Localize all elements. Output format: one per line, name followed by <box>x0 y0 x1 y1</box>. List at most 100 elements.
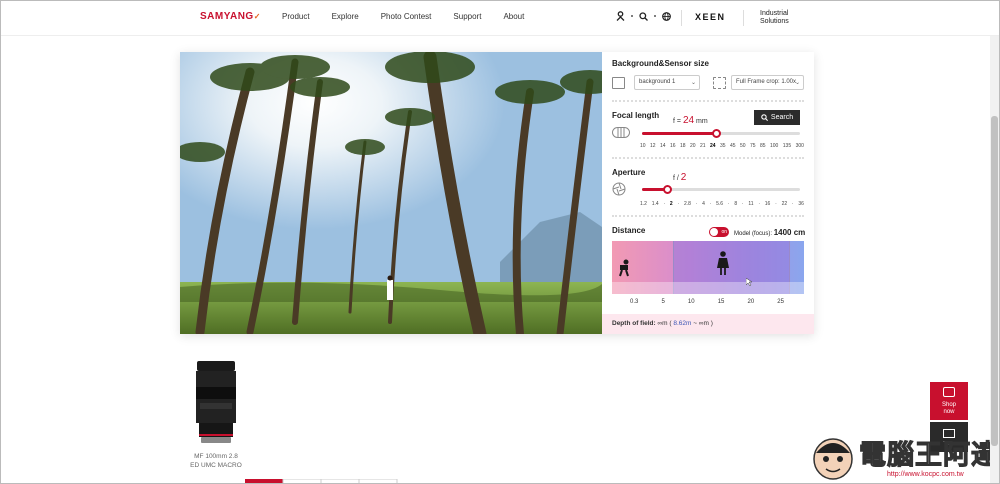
distance-tick: 5 <box>661 299 665 305</box>
background-sensor-title: Background&Sensor size <box>612 59 709 68</box>
focal-value-display: f = 24 mm <box>673 115 708 126</box>
logo-mark: ✓ <box>253 12 261 21</box>
aperture-tick: · <box>775 201 777 207</box>
user-icon[interactable] <box>616 11 625 21</box>
aperture-value-display: f / 2 <box>673 172 686 183</box>
aperture-tick: · <box>741 201 744 207</box>
distance-scene[interactable] <box>612 241 804 294</box>
aperture-tick: 36 <box>798 201 804 207</box>
background-select[interactable]: background 1 ⌄ <box>634 75 700 90</box>
aperture-tick: 22 <box>781 201 788 207</box>
focal-tick: 45 <box>730 143 736 149</box>
watermark-text: 電腦王阿達 <box>859 440 999 472</box>
chevron-down-icon: ⌄ <box>690 80 696 86</box>
distance-tick: 20 <box>747 299 755 305</box>
background-select-value: background 1 <box>639 79 676 85</box>
lens-product-image[interactable] <box>191 359 241 445</box>
focal-value: 24 <box>682 115 695 126</box>
nav-photo-contest[interactable]: Photo Contest <box>381 12 432 21</box>
focal-slider-handle[interactable] <box>712 129 722 138</box>
aperture-tick: 8 <box>734 201 738 207</box>
focal-tick: 135 <box>782 143 792 149</box>
industrial-solutions-link[interactable]: Industrial Solutions <box>760 10 789 26</box>
scrollbar-thumb[interactable] <box>991 116 998 446</box>
shop-now-button[interactable]: Shop now <box>930 382 968 420</box>
aperture-slider-handle[interactable] <box>663 185 673 194</box>
header-divider <box>743 10 744 26</box>
search-button[interactable]: Search <box>754 110 800 125</box>
bottom-tabs <box>245 479 398 483</box>
search-icon <box>761 114 768 121</box>
aperture-slider[interactable] <box>642 185 800 194</box>
focal-tick: 75 <box>750 143 756 149</box>
aperture-tick: · <box>663 201 666 207</box>
aperture-tick: 1.2 <box>640 201 647 207</box>
focal-tick: 24 <box>710 143 716 149</box>
cart-icon <box>943 387 955 397</box>
aperture-tick: 2 <box>669 201 673 207</box>
aperture-tick: · <box>727 201 730 207</box>
toggle-knob <box>710 228 718 236</box>
page-scrollbar[interactable] <box>990 36 999 483</box>
nav-support[interactable]: Support <box>453 12 481 21</box>
toggle-label: on <box>721 229 727 235</box>
divider <box>612 157 804 159</box>
divider <box>612 215 804 217</box>
crop-icon <box>713 77 726 89</box>
globe-icon[interactable] <box>662 11 671 21</box>
model-toggle[interactable]: on <box>709 227 729 237</box>
nav-about[interactable]: About <box>503 12 524 21</box>
model-icon <box>717 251 729 275</box>
simulation-photo <box>180 52 602 334</box>
shop-label-line1: Shop <box>941 402 956 408</box>
focal-tick: 21 <box>700 143 706 149</box>
distance-ticks: 0.3 5 10 15 20 25 <box>630 299 784 305</box>
nav-explore[interactable]: Explore <box>332 12 359 21</box>
main-nav: Product Explore Photo Contest Support Ab… <box>282 12 546 21</box>
xeen-logo[interactable]: XEEN <box>695 12 726 22</box>
aperture-tick: 1.4 <box>651 201 659 207</box>
distance-tick: 10 <box>687 299 695 305</box>
watermark-mascot <box>813 438 853 480</box>
control-panel: Background&Sensor size background 1 ⌄ Fu… <box>602 52 814 334</box>
product-name-line2: ED UMC MACRO <box>190 462 242 469</box>
focal-tick: 12 <box>650 143 656 149</box>
focal-tick: 300 <box>795 143 804 149</box>
dof-label: Depth of field: <box>612 320 656 327</box>
sensor-select[interactable]: Full Frame crop: 1.00x ⌄ <box>731 75 804 90</box>
industrial-line2: Solutions <box>760 18 789 25</box>
focal-tick: 85 <box>760 143 766 149</box>
image-icon <box>612 77 625 89</box>
focal-tick: 10 <box>640 143 646 149</box>
focal-tick: 20 <box>690 143 696 149</box>
samyang-logo[interactable]: SAMYANG✓ <box>200 11 261 22</box>
distance-title: Distance <box>612 226 646 235</box>
industrial-line1: Industrial <box>760 10 789 17</box>
aperture-tick: · <box>791 201 794 207</box>
focal-length-slider[interactable] <box>642 129 800 138</box>
photographer-icon <box>619 259 629 277</box>
lens-icon <box>612 127 630 138</box>
shop-label-line2: now <box>943 409 955 415</box>
distance-ground <box>612 282 804 294</box>
aperture-tick: 11 <box>748 201 754 207</box>
chevron-down-icon: ⌄ <box>794 80 800 86</box>
search-icon[interactable] <box>639 11 648 21</box>
focal-length-ticks: 10 12 14 16 18 20 21 24 35 45 50 75 85 100 135 300 <box>640 143 804 149</box>
focal-tick: 100 <box>770 143 779 149</box>
model-figure <box>387 280 393 300</box>
focal-length-title: Focal length <box>612 111 660 120</box>
cursor-icon <box>746 278 752 286</box>
model-value: 1400 cm <box>773 228 806 237</box>
aperture-ticks: 1.2 1.4 · 2 · 2.8 · 4 · 5.6 · 8 · 11 · 16 · 22 · 36 <box>640 201 804 207</box>
aperture-tick: 2.8 <box>683 201 691 207</box>
aperture-tick: 5.6 <box>716 201 724 207</box>
header-divider <box>681 10 682 26</box>
separator-dot <box>654 15 656 17</box>
product-name[interactable]: MF 100mm 2.8 ED UMC MACRO <box>181 452 251 470</box>
nav-product[interactable]: Product <box>282 12 310 21</box>
header-icons <box>616 11 671 21</box>
distance-tick: 15 <box>717 299 725 305</box>
search-label: Search <box>770 114 794 121</box>
watermark-url: http://www.kocpc.com.tw <box>887 471 964 478</box>
